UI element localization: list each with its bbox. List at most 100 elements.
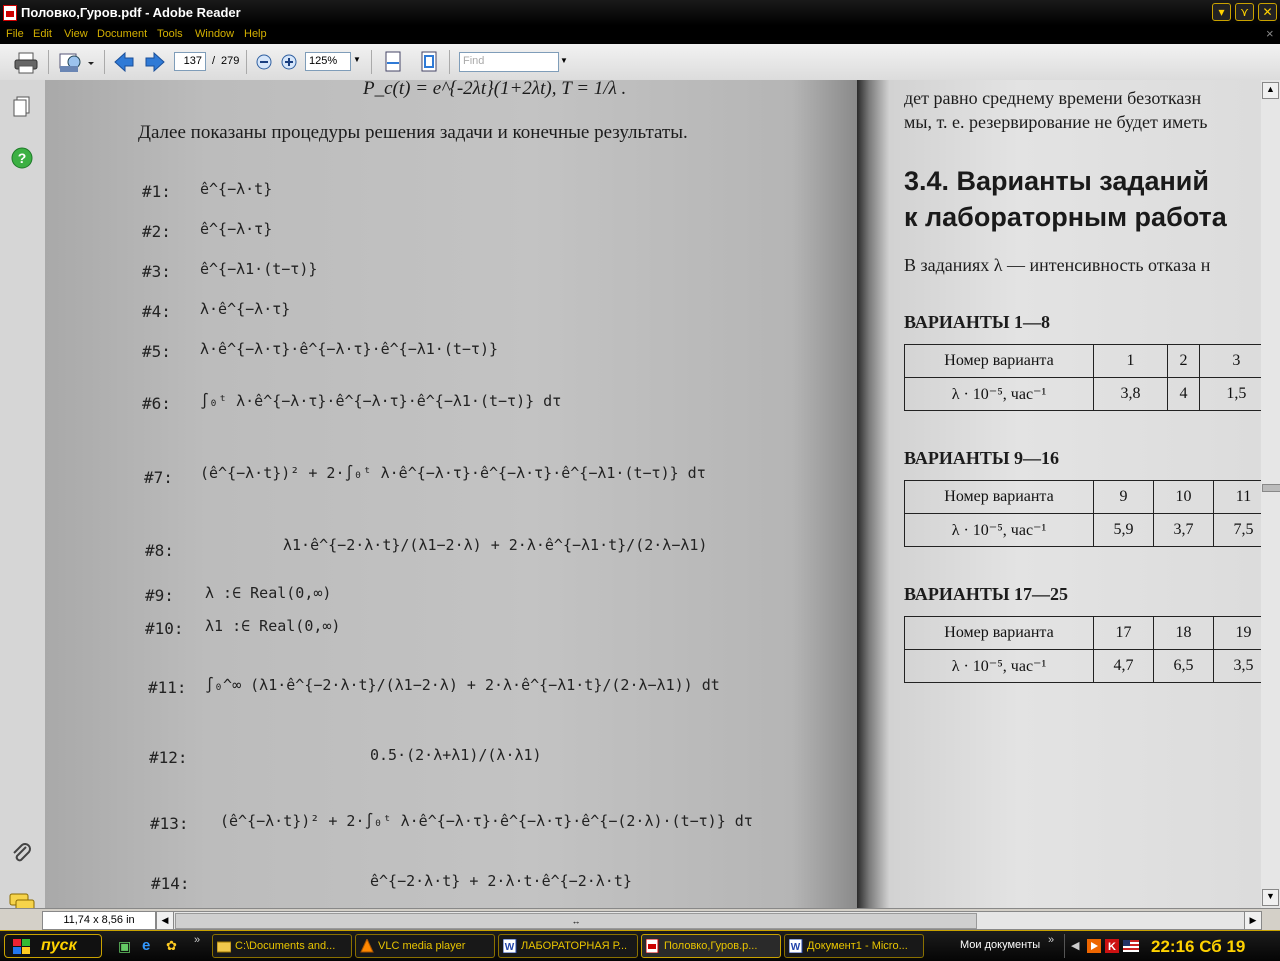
menu-tools[interactable]: Tools <box>157 28 183 40</box>
eq-label: #13: <box>150 814 189 833</box>
page-separator: / <box>212 55 216 67</box>
scroll-thumb-horizontal[interactable]: ↔ <box>175 913 977 929</box>
language-flag-icon[interactable] <box>1123 940 1139 952</box>
menu-window[interactable]: Window <box>195 28 234 40</box>
table-cell: 3,8 <box>1092 377 1169 411</box>
eq-label: #1: <box>142 182 171 201</box>
print-icon[interactable] <box>14 52 38 74</box>
page-size-readout: 11,74 x 8,56 in <box>42 911 156 930</box>
table-row-label: Номер варианта <box>904 344 1094 378</box>
svg-text:W: W <box>505 942 515 953</box>
toolbar-separator <box>48 50 49 74</box>
task-adobe-reader[interactable]: Половко,Гуров.p... <box>641 934 781 958</box>
toolbar-separator <box>449 50 450 74</box>
antivirus-tray-icon[interactable]: K <box>1105 939 1119 953</box>
task-label: ЛАБОРАТОРНАЯ Р... <box>521 940 628 952</box>
equation: λ1 :∈ Real(0,∞) <box>205 617 341 635</box>
table-row-label: λ · 10⁻⁵, час⁻¹ <box>904 377 1094 411</box>
table-title: ВАРИАНТЫ 9—16 <box>904 448 1060 468</box>
attachment-icon[interactable] <box>10 842 34 866</box>
desktop-icon[interactable]: ▣ <box>118 938 131 955</box>
scroll-up-icon[interactable]: ▲ <box>1262 82 1279 99</box>
menu-document[interactable]: Document <box>97 28 147 40</box>
close-button[interactable]: ✕ <box>1258 3 1277 21</box>
body-text-line: В заданиях λ — интенсивность отказа н <box>904 255 1211 275</box>
table-cell: 17 <box>1093 616 1154 650</box>
internet-explorer-icon[interactable]: e <box>142 937 150 954</box>
clock: 22:16 Сб 19 <box>1151 937 1246 956</box>
task-explorer[interactable]: C:\Documents and... <box>212 934 352 958</box>
status-bar: 11,74 x 8,56 in ◀ ↔ ▶ <box>0 908 1280 931</box>
scroll-left-icon[interactable]: ◀ <box>157 912 174 929</box>
my-documents-toolbar[interactable]: Мои документы <box>960 939 1040 951</box>
fit-width-icon[interactable] <box>383 51 403 73</box>
page-number-input[interactable]: 137 <box>174 52 206 71</box>
intro-text: Далее показаны процедуры решения задачи … <box>138 122 688 143</box>
toolbar-separator <box>371 50 372 74</box>
toolbar-chevron-icon[interactable]: » <box>1048 934 1054 946</box>
scroll-thumb[interactable] <box>1262 484 1280 492</box>
eq-label: #12: <box>149 748 188 767</box>
zoom-dropdown-icon[interactable]: ▼ <box>353 55 361 64</box>
eq-label: #10: <box>145 619 184 638</box>
menu-file[interactable]: File <box>6 28 24 40</box>
task-word-doc[interactable]: W Документ1 - Micro... <box>784 934 924 958</box>
equation: ê^{−λ·τ} <box>200 220 273 238</box>
quicklaunch-icon[interactable]: ✿ <box>166 938 177 954</box>
vertical-scrollbar[interactable]: ▲ ▼ <box>1261 80 1280 908</box>
task-vlc[interactable]: VLC media player <box>355 934 495 958</box>
pages-icon[interactable] <box>13 96 31 118</box>
find-input[interactable]: Find <box>459 52 559 72</box>
search-document-icon[interactable] <box>58 50 96 74</box>
zoom-level-input[interactable]: 125% <box>305 52 351 71</box>
eq-label: #7: <box>144 468 173 487</box>
tray-expand-icon[interactable]: ◀ <box>1071 939 1079 952</box>
body-text-line: дет равно среднему времени безотказн <box>904 88 1202 108</box>
zoom-out-icon[interactable] <box>255 53 273 71</box>
document-view[interactable]: P_c(t) = e^{-2λt}(1+2λt), T = 1/λ . Дале… <box>45 80 1261 908</box>
eq-label: #6: <box>142 394 171 413</box>
menu-bar: File Edit View Document Tools Window Hel… <box>0 26 1280 44</box>
previous-page-icon[interactable] <box>113 52 135 72</box>
quicklaunch-chevron-icon[interactable]: » <box>194 934 200 946</box>
equation: ê^{−λ·t} <box>200 180 273 198</box>
task-label: Половко,Гуров.p... <box>664 940 758 952</box>
eq-label: #11: <box>148 678 187 697</box>
right-page: дет равно среднему времени безотказн мы,… <box>857 80 1261 908</box>
menu-edit[interactable]: Edit <box>33 28 52 40</box>
table-cell: 1,5 <box>1198 377 1261 411</box>
equation: 0.5·(2·λ+λ1)/(λ·λ1) <box>370 746 542 764</box>
task-word-lab[interactable]: W ЛАБОРАТОРНАЯ Р... <box>498 934 638 958</box>
help-icon[interactable]: ? <box>11 147 33 169</box>
eq-label: #5: <box>142 342 171 361</box>
media-player-tray-icon[interactable] <box>1087 939 1101 953</box>
menu-help[interactable]: Help <box>244 28 267 40</box>
scroll-down-icon[interactable]: ▼ <box>1262 889 1279 906</box>
minimize-button[interactable]: ▾ <box>1212 3 1231 21</box>
eq-label: #14: <box>151 874 190 893</box>
vlc-icon <box>360 939 374 953</box>
fit-page-icon[interactable] <box>419 51 439 73</box>
horizontal-scrollbar[interactable]: ◀ ↔ ▶ <box>156 911 1262 930</box>
table-cell: 11 <box>1213 480 1261 514</box>
title-bar: Половко,Гуров.pdf - Adobe Reader ▾ ⋎ ✕ <box>0 0 1280 26</box>
next-page-icon[interactable] <box>144 52 166 72</box>
find-dropdown-icon[interactable]: ▼ <box>560 56 568 65</box>
menu-close-icon[interactable]: × <box>1266 26 1274 41</box>
equation: λ :∈ Real(0,∞) <box>205 584 332 602</box>
start-label: пуск <box>41 937 77 954</box>
equation: (ê^{−λ·t})² + 2·∫₀ᵗ λ·ê^{−λ·τ}·ê^{−λ·τ}·… <box>200 464 706 482</box>
page-total: 279 <box>221 55 240 67</box>
equation: ∫₀ᵗ λ·ê^{−λ·τ}·ê^{−λ·τ}·ê^{−λ1·(t−τ)} dτ <box>200 392 562 410</box>
table-cell: 5,9 <box>1093 513 1154 547</box>
svg-text:W: W <box>791 942 801 953</box>
eq-label: #4: <box>142 302 171 321</box>
scroll-right-icon[interactable]: ▶ <box>1244 912 1261 929</box>
restore-button[interactable]: ⋎ <box>1235 3 1254 21</box>
menu-view[interactable]: View <box>64 28 88 40</box>
start-button[interactable]: пуск <box>4 934 102 958</box>
eq-label: #2: <box>142 222 171 241</box>
eq-label: #9: <box>145 586 174 605</box>
table-cell: 3,5 <box>1213 649 1261 683</box>
zoom-in-icon[interactable] <box>280 53 298 71</box>
